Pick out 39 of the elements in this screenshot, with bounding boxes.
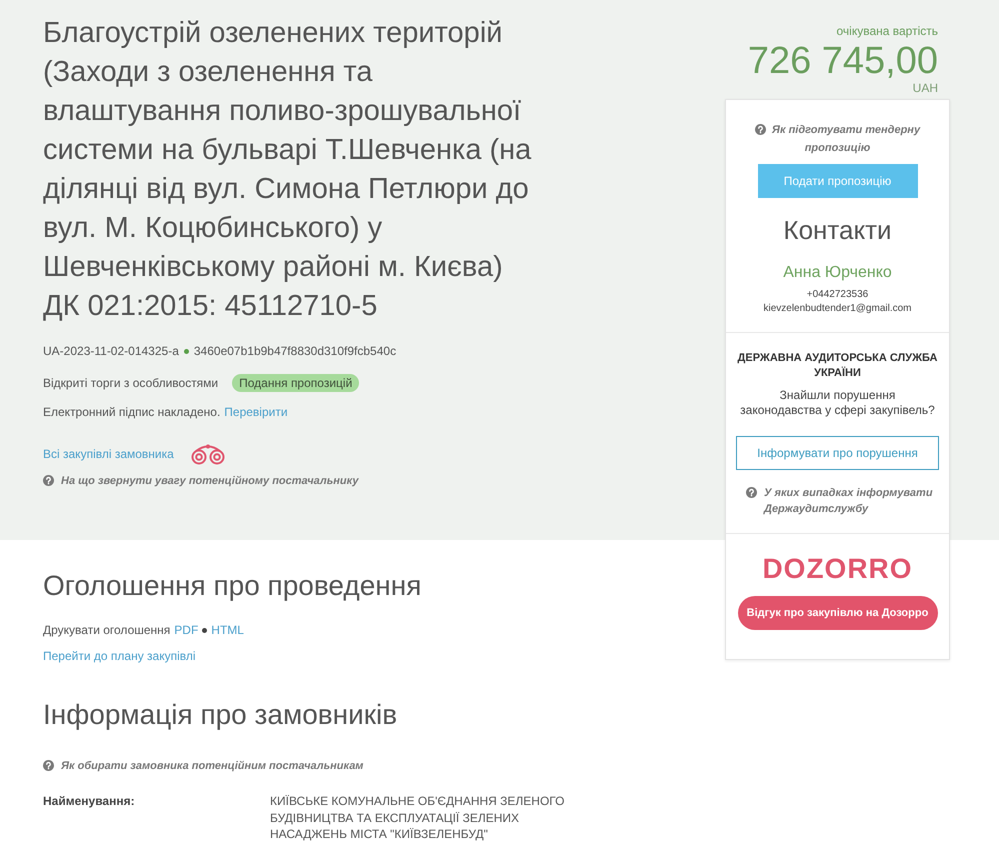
help-link[interactable]: На що звернути увагу потенційному постачальнику xyxy=(43,473,358,489)
contact-phone: +0442723536 xyxy=(806,288,868,302)
print-link[interactable]: HTML xyxy=(211,621,244,639)
contact-name: Анна Юрченко xyxy=(783,263,892,283)
binoculars-icon[interactable] xyxy=(190,443,226,465)
submit-proposal-button[interactable]: Подати пропозицію xyxy=(758,164,918,198)
help-link[interactable]: У яких випадках інформувати Держаудитслужбу xyxy=(746,485,939,517)
signature-status: Електронний підпис накладено. xyxy=(43,404,220,421)
tender-hash: 3460e07b1b9b47f8830d310f9fcb540c xyxy=(194,343,396,360)
currency-label: UAH xyxy=(912,81,938,95)
section-heading: Оголошення про проведення xyxy=(43,569,422,603)
procedure-type: Відкриті торги з особливостями xyxy=(43,375,218,392)
report-violation-button[interactable]: Інформувати про порушення xyxy=(736,436,939,470)
help-icon xyxy=(43,475,54,486)
field-label: Найменування: xyxy=(43,793,136,810)
audit-title: ДЕРЖАВНА АУДИТОРСЬКА СЛУЖБА УКРАЇНИ xyxy=(736,351,938,381)
review-button[interactable]: Відгук про закупівлю на Дозорро xyxy=(738,596,938,630)
section-heading: Інформація про замовників xyxy=(43,698,398,732)
help-link[interactable]: Як обирати замовника потенційним постачальникам xyxy=(43,758,364,774)
tender-id: UA-2023-11-02-014325-a xyxy=(43,343,179,360)
verify-link[interactable]: Перевірити xyxy=(224,403,288,421)
contacts-heading: Контакти xyxy=(783,214,892,246)
field-value: КИЇВСЬКЕ КОМУНАЛЬНЕ ОБ'ЄДНАННЯ ЗЕЛЕНОГО БУДІВНИЦТВА ТА ЕКСПЛУАТАЦІЇ ЗЕЛЕНИХ НАСАДЖЕНЬ МІСТА "КИЇВЗЕЛЕНБУД" xyxy=(270,793,566,842)
tender-title: Благоустрій озеленених територій (Заходи з озеленення та влаштування поливо-зрошувальної системи на бульварі Т.Шевченка (на ділянці від вул. Симона Петлюри до вул. М. Коцюбинського) у Шевченківському районі м. Києва) ДК 021:2015: 45112710-5 xyxy=(43,16,532,324)
bullet-icon xyxy=(202,628,208,632)
status-badge: Подання пропозицій xyxy=(232,374,360,392)
logo-text: DOZORRO xyxy=(762,554,913,584)
procurement-plan-link[interactable]: Перейти до плану закупівлі xyxy=(43,647,196,665)
price-amount: 726 745,00 xyxy=(748,39,938,83)
audit-text: Знайшли порушення законодавства у сфері закупівель? xyxy=(739,388,936,418)
print-label: Друкувати оголошення xyxy=(43,622,170,639)
help-icon xyxy=(746,487,757,498)
help-icon xyxy=(43,760,54,771)
customer-procurements-link[interactable]: Всі закупівлі замовника xyxy=(43,445,174,463)
print-link[interactable]: PDF xyxy=(174,621,198,639)
help-link[interactable]: Як підготувати тендерну пропозицію xyxy=(752,121,922,157)
contact-email: kievzelenbudtender1@gmail.com xyxy=(763,302,912,316)
help-icon xyxy=(754,124,766,135)
price-label: очікувана вартість xyxy=(836,23,938,39)
